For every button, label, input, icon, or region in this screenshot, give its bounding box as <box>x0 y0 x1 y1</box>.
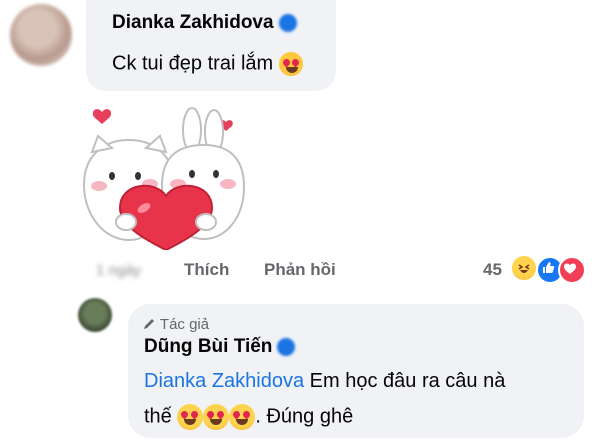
reply-button[interactable]: Phản hồi <box>264 260 336 280</box>
comment-author[interactable]: Dianka Zakhidova <box>112 12 297 34</box>
reply-text-line2: thế . Đúng ghê <box>144 404 353 430</box>
reply-author[interactable]: Dũng Bùi Tiến <box>144 336 296 358</box>
mention-link[interactable]: Dianka Zakhidova <box>144 370 304 392</box>
love-reaction-icon[interactable] <box>558 256 586 284</box>
avatar[interactable] <box>10 4 72 66</box>
reaction-count[interactable]: 45 <box>483 260 502 280</box>
heart-eyes-emoji <box>177 404 204 430</box>
verified-badge-icon <box>278 13 297 32</box>
heart-eyes-emoji <box>203 404 230 430</box>
haha-reaction-icon[interactable] <box>512 256 536 280</box>
comment-timestamp[interactable]: 1 ngày <box>96 262 141 279</box>
author-badge: Tác giả <box>142 316 209 333</box>
comment-bubble: Dianka Zakhidova Ck tui đẹp trai lắm <box>86 0 336 91</box>
comment-text: Ck tui đẹp trai lắm <box>112 52 303 76</box>
avatar[interactable] <box>78 298 112 332</box>
pencil-icon <box>144 319 154 329</box>
heart-eyes-emoji <box>229 404 256 430</box>
verified-badge-icon <box>277 337 296 356</box>
smiling-cat-heart-eyes-emoji <box>278 52 303 76</box>
like-button[interactable]: Thích <box>184 260 229 280</box>
reply-text-line1: Dianka Zakhidova Em học đâu ra câu nà <box>144 370 506 392</box>
cat-and-bunny-hugging-heart-sticker <box>82 107 246 250</box>
